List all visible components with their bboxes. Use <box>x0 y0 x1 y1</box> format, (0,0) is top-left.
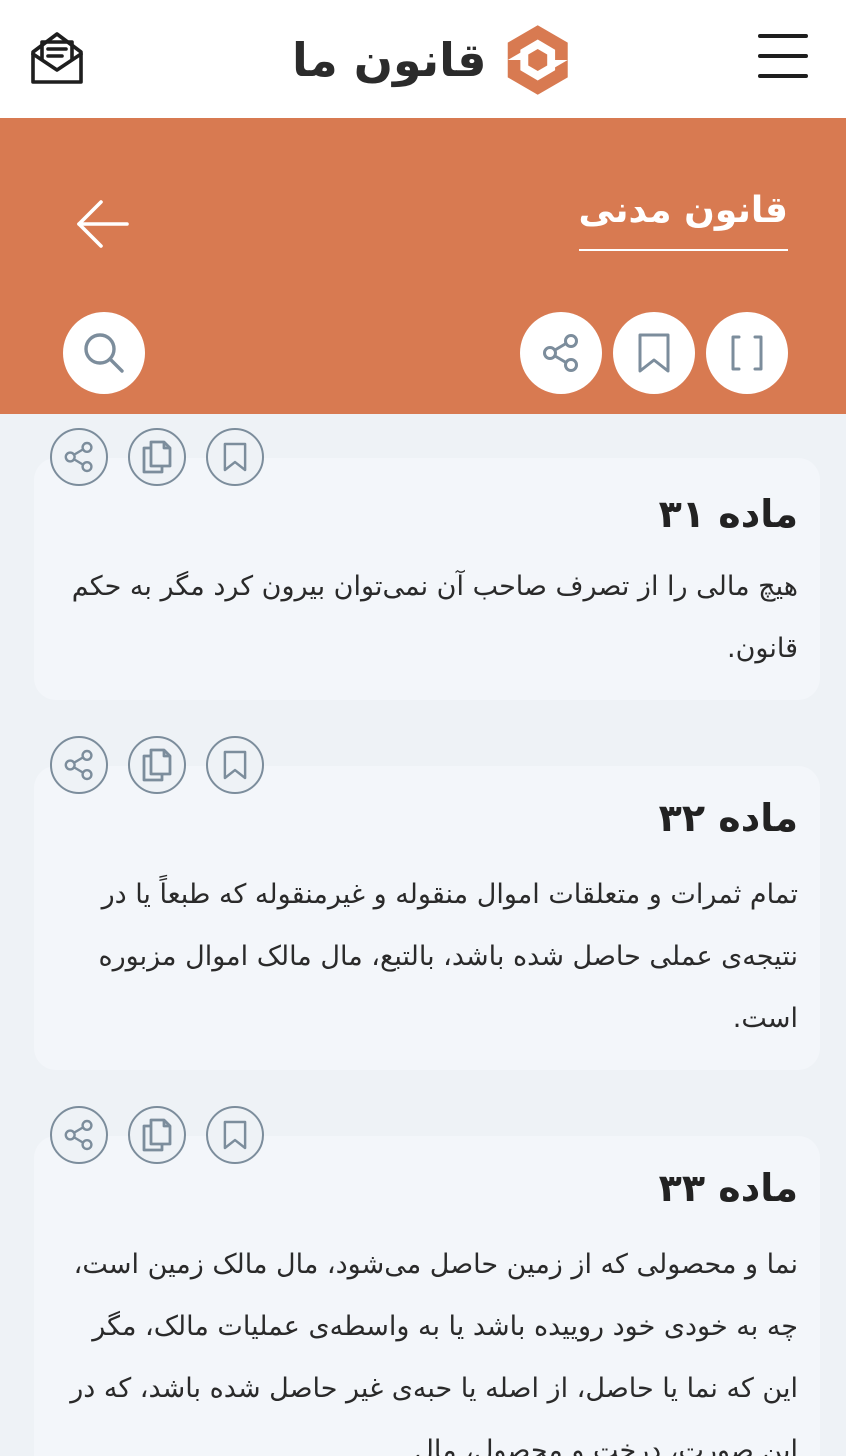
share-icon <box>64 749 93 781</box>
article-card: ماده ۳۱ هیچ مالی را از تصرف صاحب آن نمی‌… <box>34 458 820 700</box>
article-bookmark-button[interactable] <box>206 1106 264 1164</box>
bookmark-button[interactable] <box>613 312 695 394</box>
search-icon <box>84 333 124 373</box>
article-title: ماده ۳۳ <box>658 1166 798 1210</box>
bookmark-icon <box>223 750 247 780</box>
article-title: ماده ۳۲ <box>658 796 798 840</box>
bookmark-icon <box>638 333 670 373</box>
article-share-button[interactable] <box>50 428 108 486</box>
article-title: ماده ۳۱ <box>658 492 798 536</box>
menu-bar <box>758 34 808 38</box>
article-copy-button[interactable] <box>128 428 186 486</box>
share-icon <box>64 441 93 473</box>
article-body: هیچ مالی را از تصرف صاحب آن نمی‌توان بیر… <box>71 571 798 664</box>
article-card: ماده ۳۳ نما و محصولی که از زمین حاصل می‌… <box>34 1136 820 1456</box>
share-icon <box>64 1119 93 1151</box>
copy-icon <box>142 440 172 474</box>
envelope-open-icon[interactable] <box>26 28 88 88</box>
article-bookmark-button[interactable] <box>206 736 264 794</box>
article-copy-button[interactable] <box>128 736 186 794</box>
expand-button[interactable] <box>706 312 788 394</box>
book-title[interactable]: قانون مدنی <box>578 190 788 251</box>
bookmark-icon <box>223 442 247 472</box>
arrow-left-icon[interactable] <box>72 196 134 252</box>
article-copy-button[interactable] <box>128 1106 186 1164</box>
article-body: نما و محصولی که از زمین حاصل می‌شود، مال… <box>70 1249 798 1456</box>
menu-bar <box>758 54 808 58</box>
search-button[interactable] <box>63 312 145 394</box>
article-card: ماده ۳۲ تمام ثمرات و متعلقات اموال منقول… <box>34 766 820 1070</box>
share-button[interactable] <box>520 312 602 394</box>
app-screen: قانون ما قانون مدنی ماده ۳۱ هیچ مالی را … <box>0 0 846 1456</box>
brand[interactable]: قانون ما <box>292 10 572 110</box>
copy-icon <box>142 1118 172 1152</box>
copy-icon <box>142 748 172 782</box>
brand-name: قانون ما <box>292 33 487 87</box>
share-icon <box>543 334 578 372</box>
hexagon-logo-icon <box>507 25 568 95</box>
bookmark-icon <box>223 1120 247 1150</box>
article-share-button[interactable] <box>50 1106 108 1164</box>
menu-bar <box>758 74 808 78</box>
hamburger-menu-icon[interactable] <box>758 34 808 78</box>
top-bar: قانون ما <box>0 0 846 118</box>
brackets-expand-icon <box>731 335 763 371</box>
article-body: تمام ثمرات و متعلقات اموال منقوله و غیرم… <box>98 879 798 1034</box>
article-bookmark-button[interactable] <box>206 428 264 486</box>
article-share-button[interactable] <box>50 736 108 794</box>
book-header: قانون مدنی <box>0 118 846 414</box>
